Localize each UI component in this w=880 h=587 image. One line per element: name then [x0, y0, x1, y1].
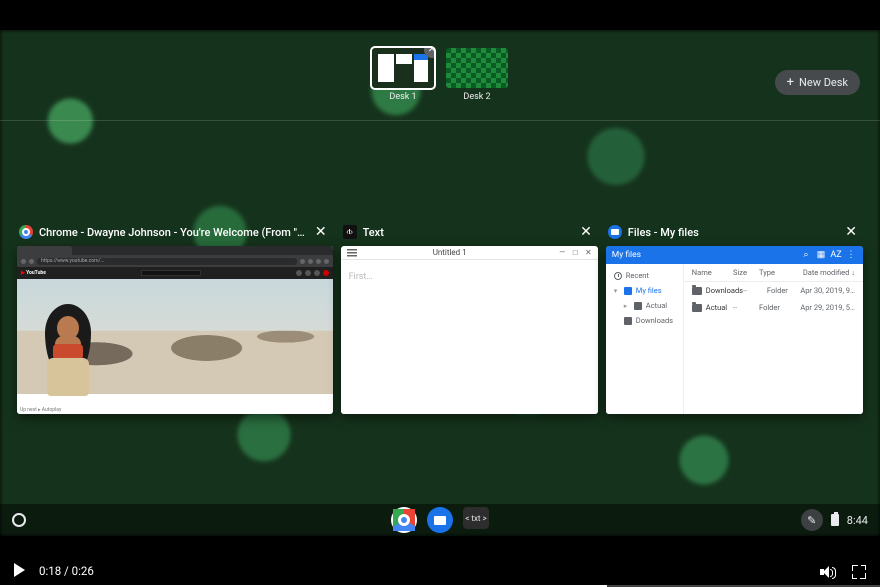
desk-1-label: Desk 1	[389, 92, 416, 102]
folder-icon	[624, 317, 632, 325]
files-sidebar: Recent ▾ My files ▸ Actual	[606, 264, 684, 414]
clock: 8:44	[847, 514, 868, 527]
chrome-urlbar: https://www.youtube.com/...	[37, 258, 297, 265]
folder-icon	[692, 287, 702, 295]
shelf: < txt > ✎ 8:44	[0, 504, 880, 536]
col-date: Date modified ↓	[793, 268, 855, 277]
file-row: Downloads -- Folder Apr 30, 2019, 9…	[684, 282, 863, 299]
chevron-down-icon: ▾	[614, 287, 620, 295]
sidebar-item-myfiles: ▾ My files	[606, 283, 683, 298]
files-columns: Name Size Type Date modified ↓	[684, 264, 863, 282]
folder-icon	[634, 302, 642, 310]
maximize-icon: □	[571, 248, 580, 257]
sort-icon: AZ	[830, 249, 842, 261]
desk-thumb-2[interactable]: Desk 2	[446, 48, 508, 118]
window-chrome[interactable]: Chrome - Dwayne Johnson - You're Welcome…	[17, 220, 333, 414]
files-main: Name Size Type Date modified ↓ Downloads…	[684, 264, 863, 414]
desk-strip: ✕ Desk 1 Desk 2	[0, 48, 880, 118]
play-button[interactable]	[14, 563, 25, 577]
text-titlebar: Untitled 1 — □ ✕	[341, 246, 598, 260]
window-files-body: My files ⌕ ▦ AZ ⋮ Recent ▾	[606, 246, 863, 414]
window-chrome-title: Chrome - Dwayne Johnson - You're Welcome…	[39, 226, 305, 239]
col-type: Type	[759, 268, 793, 277]
sidebar-item-downloads: Downloads	[606, 313, 683, 328]
files-app-icon	[608, 225, 622, 239]
window-files-header: Files - My files ✕	[606, 220, 863, 246]
close-icon: ✕	[584, 248, 593, 257]
desk-2-label: Desk 2	[463, 92, 490, 102]
youtube-header: ▶ YouTube	[17, 267, 333, 279]
folder-icon	[692, 304, 702, 312]
window-chrome-header: Chrome - Dwayne Johnson - You're Welcome…	[17, 220, 333, 246]
close-window-text[interactable]: ✕	[576, 224, 596, 240]
text-editor: First…	[341, 260, 598, 414]
close-desk-icon[interactable]: ✕	[424, 48, 434, 58]
battery-icon	[831, 514, 839, 526]
youtube-video	[17, 279, 333, 394]
col-size: Size	[733, 268, 759, 277]
overview-windows: Chrome - Dwayne Johnson - You're Welcome…	[17, 220, 863, 414]
hamburger-icon	[347, 249, 357, 257]
myfiles-icon	[624, 287, 632, 295]
search-icon: ⌕	[800, 249, 812, 261]
window-files-title: Files - My files	[628, 226, 835, 239]
minimize-icon: —	[558, 248, 567, 257]
desk-2-preview	[446, 48, 508, 88]
new-desk-label: New Desk	[799, 76, 848, 89]
text-placeholder: First…	[349, 272, 373, 282]
files-toolbar: My files ⌕ ▦ AZ ⋮	[606, 246, 863, 264]
sidebar-item-actual: ▸ Actual	[606, 298, 683, 313]
shelf-pinned-apps: < txt >	[391, 507, 489, 533]
file-row: Actual -- Folder Apr 29, 2019, 5…	[684, 299, 863, 316]
clock-icon	[614, 272, 622, 280]
youtube-logo: ▶ YouTube	[21, 270, 46, 276]
video-timecode: 0:18 / 0:26	[39, 564, 94, 578]
chevron-right-icon: ▸	[624, 302, 630, 310]
chrome-tab-strip	[17, 246, 333, 255]
fullscreen-icon[interactable]	[852, 565, 866, 579]
youtube-search	[141, 270, 201, 276]
desk-1-preview: ✕	[372, 48, 434, 88]
window-text[interactable]: ‹t› Text ✕ Untitled 1 — □ ✕ First…	[341, 220, 598, 414]
text-doc-title: Untitled 1	[346, 248, 554, 257]
window-files[interactable]: Files - My files ✕ My files ⌕ ▦ AZ ⋮	[606, 220, 863, 414]
youtube-footer: Up next ▸ Autoplay	[17, 407, 333, 414]
shelf-chrome-icon[interactable]	[391, 507, 417, 533]
chrome-omnibox-row: https://www.youtube.com/...	[17, 255, 333, 267]
chromeos-overview: ✕ Desk 1 Desk 2 New Desk Chrome - Dwayne…	[0, 30, 880, 536]
launcher-icon[interactable]	[12, 513, 26, 527]
desk-divider	[0, 120, 880, 121]
video-character	[35, 304, 95, 394]
window-chrome-body: https://www.youtube.com/... ▶ YouTube Up…	[17, 246, 333, 414]
new-desk-button[interactable]: New Desk	[775, 70, 860, 95]
shelf-text-icon[interactable]: < txt >	[463, 507, 489, 529]
shelf-left	[12, 513, 26, 527]
chrome-icon	[19, 225, 33, 239]
text-app-icon: ‹t›	[343, 225, 357, 239]
volume-icon[interactable]	[820, 565, 834, 579]
window-text-title: Text	[363, 226, 570, 239]
status-tray[interactable]: ✎ 8:44	[801, 509, 868, 531]
close-window-files[interactable]: ✕	[841, 224, 861, 240]
files-toolbar-title: My files	[612, 250, 797, 260]
close-window-chrome[interactable]: ✕	[311, 224, 331, 240]
grid-view-icon: ▦	[815, 249, 827, 261]
desk-thumb-1[interactable]: ✕ Desk 1	[372, 48, 434, 118]
more-icon: ⋮	[845, 249, 857, 261]
stylus-icon[interactable]: ✎	[801, 509, 823, 531]
col-name: Name	[692, 268, 733, 277]
sidebar-item-recent: Recent	[606, 268, 683, 283]
video-player-controls: 0:18 / 0:26	[0, 536, 880, 587]
window-text-body: Untitled 1 — □ ✕ First…	[341, 246, 598, 414]
shelf-files-icon[interactable]	[427, 507, 453, 533]
window-text-header: ‹t› Text ✕	[341, 220, 598, 246]
